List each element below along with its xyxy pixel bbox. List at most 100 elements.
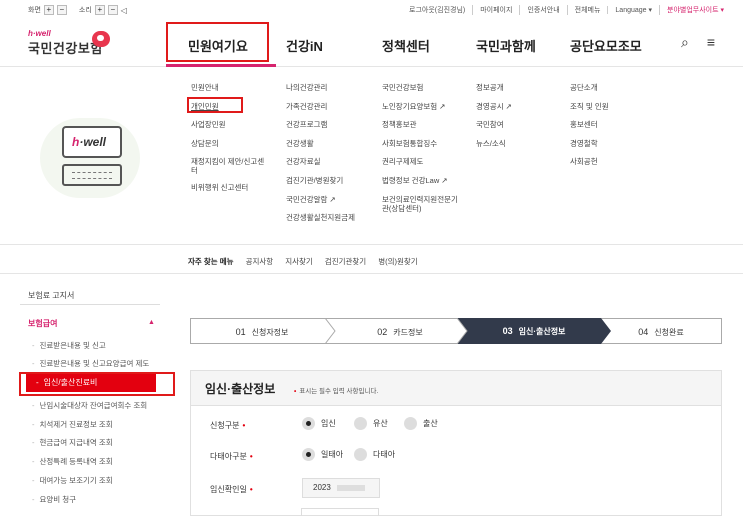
fav-find-hospital[interactable]: 병(의)원찾기 — [378, 256, 418, 267]
active-gnb-underline — [166, 64, 276, 67]
radio-checked-icon[interactable] — [302, 448, 315, 461]
sidebar-item-treatment-system[interactable]: 진료받은내용 및 신고요양급여 제도 — [32, 358, 150, 369]
menu-health-archive[interactable]: 건강자료실 — [286, 157, 364, 176]
gnb-about[interactable]: 공단요모조모 — [570, 36, 642, 55]
zoom-out-button[interactable]: − — [56, 5, 67, 15]
mega-col-about: 공단소개 조직 및 인원 홍보센터 경영철학 사회공헌 — [570, 83, 609, 176]
heart-logo-icon — [92, 31, 110, 47]
sidebar-section-benefits[interactable]: 보험급여 — [28, 318, 57, 329]
progress-steps: 01 신청자정보 02 카드정보 03 임신·출산정보 04 신청완료 — [190, 318, 722, 344]
menu-corp-intro[interactable]: 공단소개 — [570, 83, 609, 102]
radio-multiple-fetus[interactable]: 다태아 — [354, 448, 395, 461]
menu-rights-relief[interactable]: 권리구제제도 — [382, 157, 460, 176]
mega-col-together: 정보공개 경영공시 ↗ 국민참여 뉴스/소식 — [476, 83, 512, 157]
volume-up-button[interactable]: + — [94, 5, 105, 15]
menu-misconduct-report[interactable]: 비위행위 신고센터 — [191, 183, 269, 202]
fav-find-checkup[interactable]: 검진기관찾기 — [325, 256, 366, 267]
all-menu-link[interactable]: 전체메뉴 — [566, 5, 608, 15]
gnb-together[interactable]: 국민과함께 — [476, 36, 536, 55]
gnb-health-in[interactable]: 건강iN — [286, 36, 323, 55]
menu-info-disclosure[interactable]: 정보공개 — [476, 83, 512, 102]
speaker-icon[interactable]: ◁ — [121, 6, 127, 15]
gnb-policy-center[interactable]: 정책센터 — [382, 36, 430, 55]
sidebar-item-cash-benefit[interactable]: 현금급여 지급내역 조회 — [32, 437, 113, 448]
menu-health-program[interactable]: 건강프로그램 — [286, 120, 364, 139]
sidebar-item-premium-notice[interactable]: 보험료 고지서 — [28, 290, 74, 301]
radio-unchecked-icon[interactable] — [354, 448, 367, 461]
mypage-link[interactable]: 마이페이지 — [472, 5, 519, 15]
logout-link[interactable]: 로그아웃(김진경님) — [402, 5, 472, 15]
radio-checked-icon[interactable] — [302, 417, 315, 430]
menu-find-hospital[interactable]: 검진기관/병원찾기 — [286, 176, 364, 195]
sidebar-item-assistive-device[interactable]: 대여가능 보조기기 조회 — [32, 475, 113, 486]
menu-pr-center[interactable]: 홍보센터 — [570, 120, 609, 139]
menu-news[interactable]: 뉴스/소식 — [476, 139, 512, 158]
menu-longterm-care[interactable]: 노인장기요양보험 ↗ — [382, 102, 460, 121]
branch-site-select[interactable]: 분야별업무사이트 ▾ — [659, 5, 731, 15]
menu-consultation[interactable]: 상담문의 — [191, 139, 269, 158]
menu-management-disclosure[interactable]: 경영공시 ↗ — [476, 102, 512, 121]
menu-organization[interactable]: 조직 및 인원 — [570, 102, 609, 121]
menu-social-contribution[interactable]: 사회공헌 — [570, 157, 609, 176]
menu-medical-support[interactable]: 보건의료인력지원전문기관(상담센터) — [382, 195, 460, 221]
utility-links: 로그아웃(김진경님) 마이페이지 인증서안내 전체메뉴 Language ▾ 분… — [402, 5, 731, 15]
mega-col-health: 나의건강관리 가족건강관리 건강프로그램 건강생활 건강자료실 검진기관/병원찾… — [286, 83, 364, 239]
utility-bar: 화면 + − 소리 + − ◁ 로그아웃(김진경님) 마이페이지 인증서안내 전… — [0, 0, 743, 20]
pregnancy-type-label: 신청구분 • — [210, 421, 246, 430]
volume-down-button[interactable]: − — [107, 5, 118, 15]
highlight-pregnancy-box — [19, 372, 175, 396]
required-note: • 표시는 필수 입력 사항입니다. — [294, 388, 379, 395]
hamburger-menu-icon[interactable]: ≡ — [707, 34, 715, 51]
sound-label: 소리 — [78, 7, 92, 14]
keyboard-illustration — [62, 164, 122, 186]
masked-date-value — [336, 484, 365, 491]
radio-unchecked-icon[interactable] — [404, 417, 417, 430]
certificate-guide-link[interactable]: 인증서안내 — [519, 5, 566, 15]
radio-single-fetus[interactable]: 일태아 — [302, 448, 343, 461]
menu-social-insurance[interactable]: 사회보험통합징수 — [382, 139, 460, 158]
menu-national-insurance[interactable]: 국민건강보험 — [382, 83, 460, 102]
language-select[interactable]: Language ▾ — [607, 6, 659, 14]
menu-family-health[interactable]: 가족건강관리 — [286, 102, 364, 121]
form-header: 임신·출산정보 • 표시는 필수 입력 사항입니다. — [190, 370, 722, 406]
confirm-date-input[interactable]: 2023 — [302, 478, 380, 498]
favorites-title: 자주 찾는 메뉴 — [188, 257, 234, 266]
menu-health-life[interactable]: 건강생활 — [286, 139, 364, 158]
radio-miscarriage[interactable]: 유산 — [354, 417, 388, 430]
menu-law-info[interactable]: 법령정보 건강Law ↗ — [382, 176, 460, 195]
hwell-monitor-illustration: h·well — [62, 126, 122, 158]
next-field-input[interactable] — [301, 508, 379, 516]
sidebar-item-care-claim[interactable]: 요양비 청구 — [32, 494, 77, 505]
sidebar-item-infertility[interactable]: 난임시술대상자 잔여급여회수 조회 — [32, 400, 148, 411]
zoom-in-button[interactable]: + — [43, 5, 54, 15]
menu-health-alarm[interactable]: 국민건강알람 ↗ — [286, 195, 364, 214]
sidebar-item-special-case[interactable]: 산정특례 등록내역 조회 — [32, 456, 113, 467]
sidebar-item-scaling[interactable]: 치석제거 진료정보 조회 — [32, 419, 113, 430]
menu-finance-report[interactable]: 재정지킴이 제안/신고센터 — [191, 157, 269, 183]
form-title: 임신·출산정보 — [205, 382, 276, 396]
favorites-bar: 자주 찾는 메뉴 공지사항 지사찾기 검진기관찾기 병(의)원찾기 — [0, 244, 743, 274]
menu-policy-pr[interactable]: 정책홍보관 — [382, 120, 460, 139]
confirm-date-label: 임신확인일 • — [210, 485, 253, 494]
fetus-type-label: 다태아구분 • — [210, 452, 253, 461]
collapse-caret-icon[interactable]: ▲ — [148, 319, 155, 326]
search-icon[interactable]: ⌕ — [681, 34, 689, 51]
hwell-illustration-text: h·well — [72, 135, 107, 149]
fav-find-branch[interactable]: 지사찾기 — [285, 256, 313, 267]
menu-participation[interactable]: 국민참여 — [476, 120, 512, 139]
header-icons: ⌕ ≡ — [681, 34, 715, 51]
menu-health-subsidy[interactable]: 건강생활실천지원금제 — [286, 213, 364, 239]
accessibility-controls: 화면 + − 소리 + − ◁ — [28, 5, 127, 15]
favorites-list: 자주 찾는 메뉴 공지사항 지사찾기 검진기관찾기 병(의)원찾기 — [188, 256, 418, 267]
radio-unchecked-icon[interactable] — [354, 417, 367, 430]
menu-philosophy[interactable]: 경영철학 — [570, 139, 609, 158]
menu-business-minwon[interactable]: 사업장민원 — [191, 120, 269, 139]
site-logo[interactable]: h·well 국민건강보험 — [28, 30, 110, 57]
screen-size-label: 화면 — [28, 7, 41, 14]
radio-birth[interactable]: 출산 — [404, 417, 438, 430]
fav-notice[interactable]: 공지사항 — [246, 256, 274, 267]
sidebar-item-treatment[interactable]: 진료받은내용 및 신고 — [32, 340, 106, 351]
step-arrows — [324, 318, 611, 344]
radio-pregnancy[interactable]: 임신 — [302, 417, 336, 430]
menu-my-health[interactable]: 나의건강관리 — [286, 83, 364, 102]
